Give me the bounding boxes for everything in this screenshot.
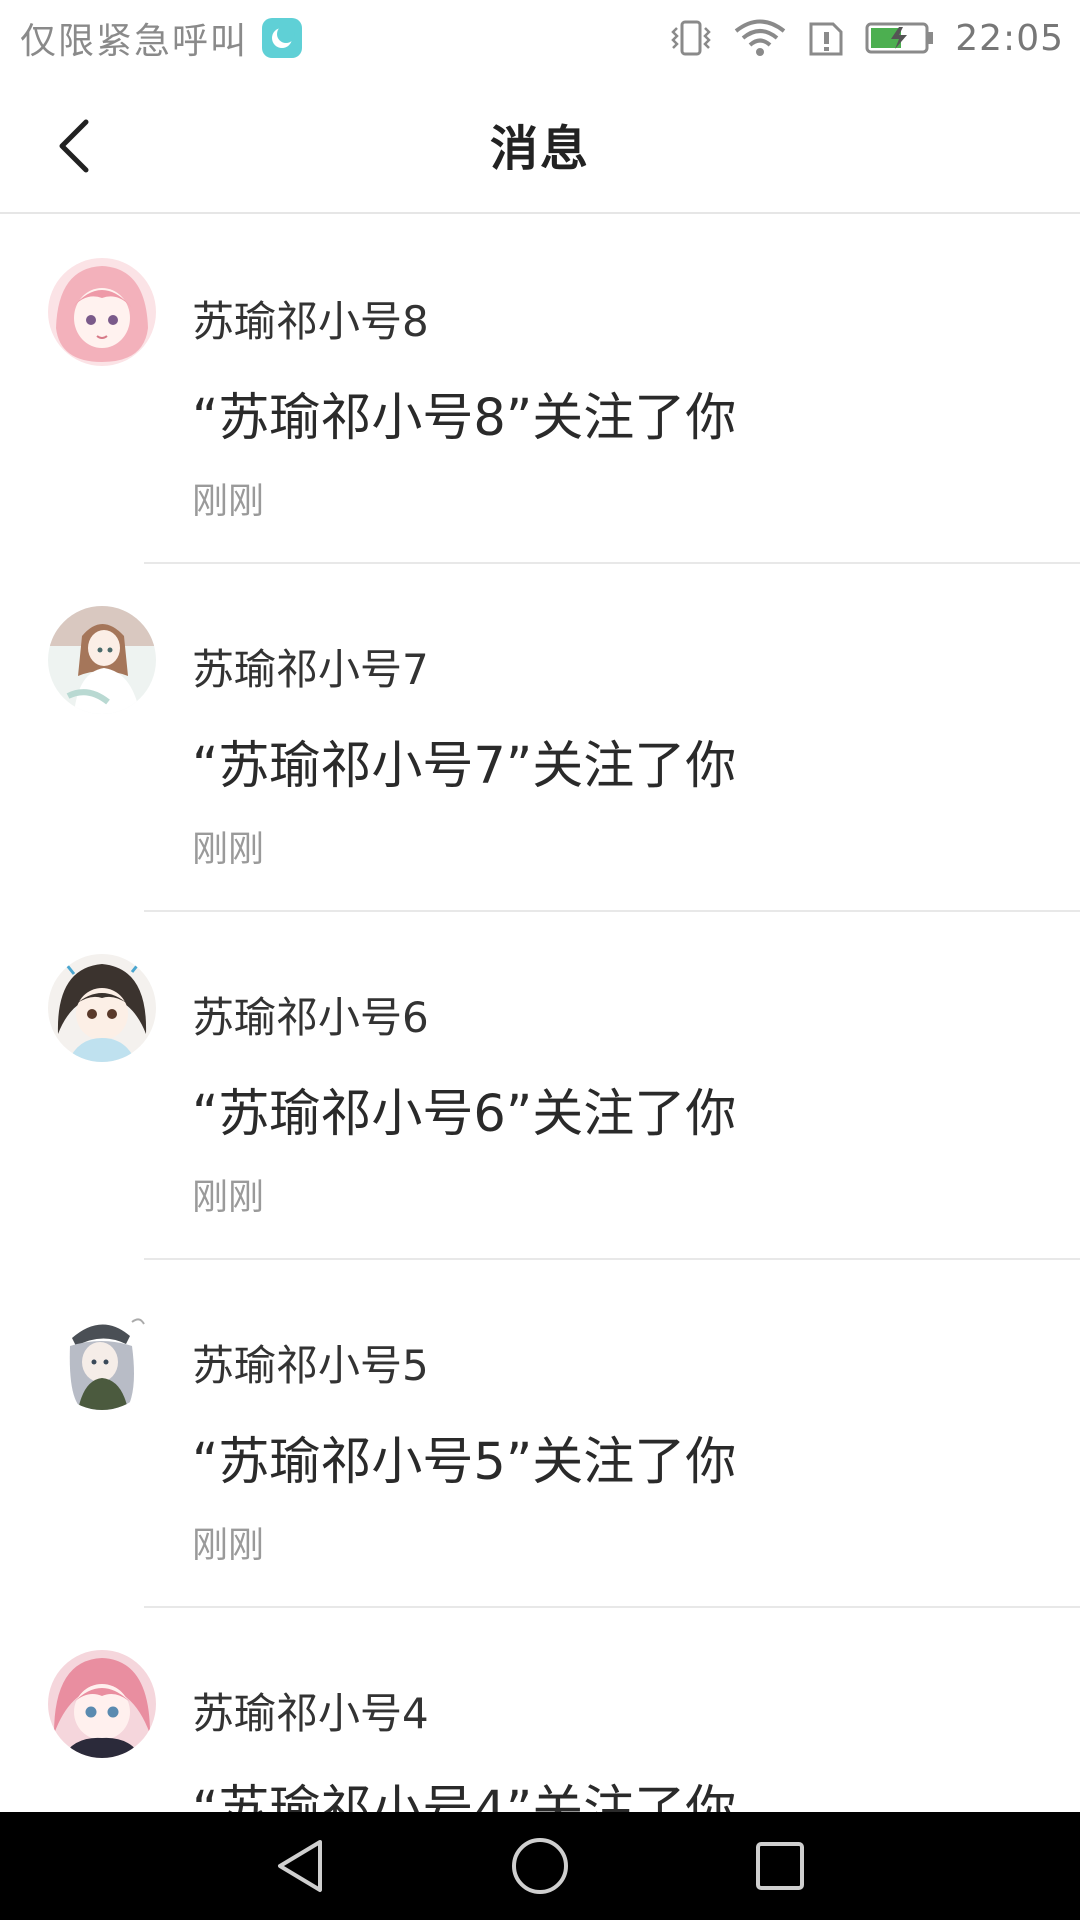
moon-icon xyxy=(262,18,303,58)
avatar[interactable] xyxy=(48,954,156,1062)
message-text: “苏瑜祁小号4”关注了你 xyxy=(192,1781,737,1812)
message-text: “苏瑜祁小号7”关注了你 xyxy=(192,737,737,796)
sim-alert-icon xyxy=(807,18,845,58)
chevron-left-icon xyxy=(59,119,89,173)
nav-back-button[interactable] xyxy=(230,1812,370,1920)
message-time: 刚刚 xyxy=(192,481,265,522)
sender-name: 苏瑜祁小号8 xyxy=(192,297,429,346)
message-item[interactable]: 苏瑜祁小号8 “苏瑜祁小号8”关注了你 刚刚 xyxy=(0,216,1080,564)
nav-recents-button[interactable] xyxy=(710,1812,850,1920)
vibrate-icon xyxy=(669,18,713,58)
avatar[interactable] xyxy=(48,606,156,714)
battery-charging-icon xyxy=(865,20,935,56)
status-left: 仅限紧急呼叫 xyxy=(20,12,303,64)
status-bar: 仅限紧急呼叫 22:05 xyxy=(0,0,1080,76)
avatar[interactable] xyxy=(48,1302,156,1410)
sender-name: 苏瑜祁小号4 xyxy=(192,1689,429,1738)
status-time: 22:05 xyxy=(955,17,1064,59)
message-time: 刚刚 xyxy=(192,1177,265,1218)
wifi-icon xyxy=(733,18,787,58)
message-text: “苏瑜祁小号8”关注了你 xyxy=(192,389,737,448)
message-item[interactable]: 苏瑜祁小号4 “苏瑜祁小号4”关注了你 刚刚 xyxy=(0,1608,1080,1812)
sender-name: 苏瑜祁小号5 xyxy=(192,1341,429,1390)
back-triangle-icon xyxy=(278,1840,322,1892)
recents-square-icon xyxy=(756,1842,804,1890)
message-item[interactable]: 苏瑜祁小号7 “苏瑜祁小号7”关注了你 刚刚 xyxy=(0,564,1080,912)
message-list[interactable]: 苏瑜祁小号8 “苏瑜祁小号8”关注了你 刚刚 苏瑜祁小号7 “苏瑜祁小号7”关注… xyxy=(0,216,1080,1812)
sender-name: 苏瑜祁小号7 xyxy=(192,645,429,694)
message-time: 刚刚 xyxy=(192,1525,265,1566)
status-right: 22:05 xyxy=(669,18,1064,59)
avatar[interactable] xyxy=(48,1650,156,1758)
app-bar: 消息 xyxy=(0,76,1080,214)
message-time: 刚刚 xyxy=(192,829,265,870)
message-text: “苏瑜祁小号5”关注了你 xyxy=(192,1433,737,1492)
sender-name: 苏瑜祁小号6 xyxy=(192,993,429,1042)
home-circle-icon xyxy=(512,1838,568,1894)
message-item[interactable]: 苏瑜祁小号6 “苏瑜祁小号6”关注了你 刚刚 xyxy=(0,912,1080,1260)
carrier-label: 仅限紧急呼叫 xyxy=(20,21,249,62)
message-item[interactable]: 苏瑜祁小号5 “苏瑜祁小号5”关注了你 刚刚 xyxy=(0,1260,1080,1608)
nav-home-button[interactable] xyxy=(470,1812,610,1920)
avatar[interactable] xyxy=(48,258,156,366)
system-nav-bar xyxy=(0,1812,1080,1920)
page-title: 消息 xyxy=(489,121,590,177)
message-text: “苏瑜祁小号6”关注了你 xyxy=(192,1085,737,1144)
back-button[interactable] xyxy=(44,112,104,180)
